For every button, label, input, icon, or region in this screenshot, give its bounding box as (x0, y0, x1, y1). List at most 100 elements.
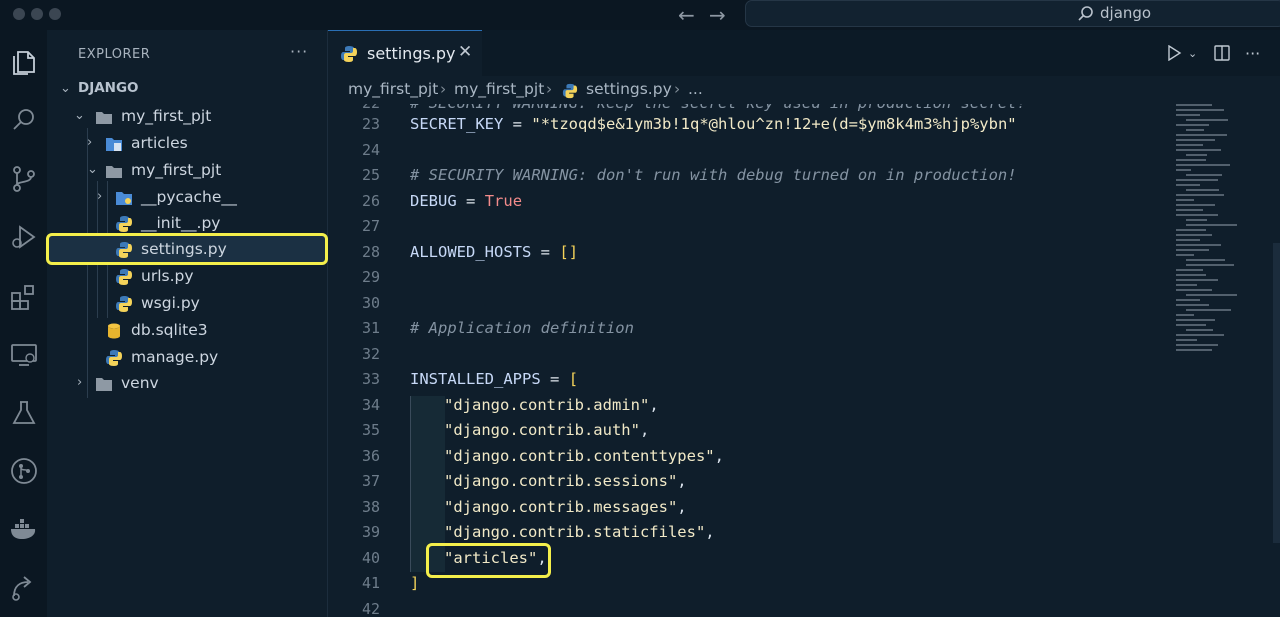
line-number: 36 (361, 446, 380, 465)
minimap-line (1176, 139, 1215, 141)
minimap-line (1176, 179, 1218, 181)
editor-area: settings.py ✕ ⌄ ··· my_first_pjt › my_fi… (328, 30, 1280, 617)
tree-item-label: __pycache__ (141, 188, 237, 206)
code-line: "django.contrib.messages", (444, 497, 687, 516)
tab-bar: settings.py ✕ ⌄ ··· (328, 30, 1280, 76)
line-number: 33 (361, 370, 380, 388)
folder-icon (116, 192, 132, 205)
search-sidebar-icon[interactable] (7, 103, 41, 137)
tree-item-articles[interactable]: › articles (47, 131, 327, 157)
tree-item-label: articles (131, 134, 188, 152)
chevron-down-icon: ⌄ (87, 162, 98, 177)
minimap-line (1176, 339, 1197, 341)
minimap-line (1176, 249, 1209, 251)
code-line: "django.contrib.staticfiles", (444, 523, 715, 541)
line-number: 41 (361, 574, 380, 592)
title-bar: ← → django (0, 0, 1280, 30)
command-center[interactable] (745, 0, 1280, 27)
minimap-line (1176, 109, 1224, 111)
breadcrumb-item[interactable]: settings.py (586, 80, 672, 98)
more-actions-icon[interactable]: ··· (1245, 44, 1260, 63)
line-number: 28 (361, 242, 380, 261)
minimap-line (1176, 254, 1194, 256)
source-control-icon[interactable] (7, 162, 41, 196)
folder-open-icon (96, 112, 112, 124)
maximize-window-dot[interactable] (49, 8, 61, 20)
chevron-down-icon: ⌄ (60, 81, 71, 96)
minimap-line (1176, 244, 1221, 246)
minimap-line (1176, 274, 1206, 276)
minimap-line (1176, 159, 1206, 161)
search-icon (1078, 6, 1093, 21)
workspace-section-header[interactable]: ⌄ DJANGO (47, 77, 327, 103)
minimap-line (1186, 189, 1219, 191)
code-line: "django.contrib.auth", (444, 421, 650, 439)
minimap-line (1176, 209, 1203, 211)
tree-item-label: my_first_pjt (131, 161, 222, 179)
line-number: 31 (361, 319, 380, 337)
tree-item-label: my_first_pjt (121, 107, 212, 125)
breadcrumb-item[interactable]: ... (688, 80, 703, 98)
chevron-right-icon: › (97, 189, 103, 204)
minimap-line (1186, 294, 1237, 296)
python-file-icon (116, 216, 132, 232)
partial-code-line: 22 # SECURITY WARNING: keep the secret k… (328, 104, 1168, 112)
minimap-line (1176, 344, 1218, 346)
minimap-line (1186, 219, 1207, 221)
scrollbar-thumb[interactable] (1273, 243, 1280, 543)
workspace-name: DJANGO (78, 80, 139, 96)
minimap-line (1176, 144, 1203, 146)
minimap-line (1176, 149, 1221, 151)
back-arrow-icon[interactable]: ← (678, 3, 695, 27)
folder-open-icon (106, 166, 122, 178)
chevron-right-icon: › (674, 80, 681, 98)
python-file-icon (341, 46, 357, 62)
line-number: 29 (361, 268, 380, 286)
tab-settings-py[interactable]: settings.py ✕ (328, 30, 482, 76)
line-number: 24 (361, 140, 380, 159)
line-number: 32 (361, 344, 380, 363)
tree-item-my-first-pjt[interactable]: ⌄ my_first_pjt (47, 104, 327, 130)
minimap-line (1176, 124, 1209, 126)
explorer-icon[interactable] (7, 46, 41, 80)
run-debug-icon[interactable] (7, 220, 41, 254)
live-share-icon[interactable] (7, 570, 41, 604)
code-line: ] (410, 574, 420, 592)
run-icon[interactable] (1166, 45, 1182, 61)
python-file-icon (562, 83, 578, 99)
minimap-line (1176, 134, 1227, 136)
tree-item-my-first-pjt-inner[interactable]: ⌄ my_first_pjt (47, 158, 327, 184)
minimap-line (1176, 319, 1215, 321)
code-line: # SECURITY WARNING: keep the secret key … (410, 104, 1026, 112)
minimap-line (1176, 299, 1200, 301)
more-actions-icon[interactable]: ··· (290, 42, 308, 61)
minimap-line (1176, 214, 1218, 216)
close-icon[interactable]: ✕ (458, 42, 472, 62)
minimap-line (1186, 129, 1204, 131)
remote-explorer-icon[interactable] (7, 338, 41, 372)
minimap-line (1176, 169, 1191, 171)
breadcrumb-item[interactable]: my_first_pjt (348, 80, 438, 98)
minimap-line (1176, 204, 1215, 206)
testing-flask-icon[interactable] (7, 396, 41, 430)
breadcrumb-item[interactable]: my_first_pjt (454, 80, 544, 98)
git-graph-icon[interactable] (7, 454, 41, 488)
minimap-line (1176, 229, 1206, 231)
minimap-line (1176, 324, 1206, 326)
folder-icon (106, 138, 122, 151)
split-editor-icon[interactable] (1214, 45, 1230, 61)
tree-item-pycache[interactable]: › __pycache__ (47, 185, 327, 211)
line-number: 35 (361, 421, 380, 439)
minimap-line (1186, 329, 1213, 331)
chevron-down-icon[interactable]: ⌄ (1188, 47, 1197, 60)
extensions-icon[interactable] (7, 280, 41, 314)
forward-arrow-icon[interactable]: → (709, 3, 726, 27)
docker-icon[interactable] (7, 512, 41, 546)
minimap-line (1176, 279, 1218, 281)
line-number: 39 (361, 523, 380, 541)
minimize-window-dot[interactable] (31, 8, 43, 20)
close-window-dot[interactable] (13, 8, 25, 20)
line-number: 34 (361, 395, 380, 414)
minimap[interactable] (1176, 104, 1271, 404)
code-line: "django.contrib.contenttypes", (444, 446, 724, 465)
